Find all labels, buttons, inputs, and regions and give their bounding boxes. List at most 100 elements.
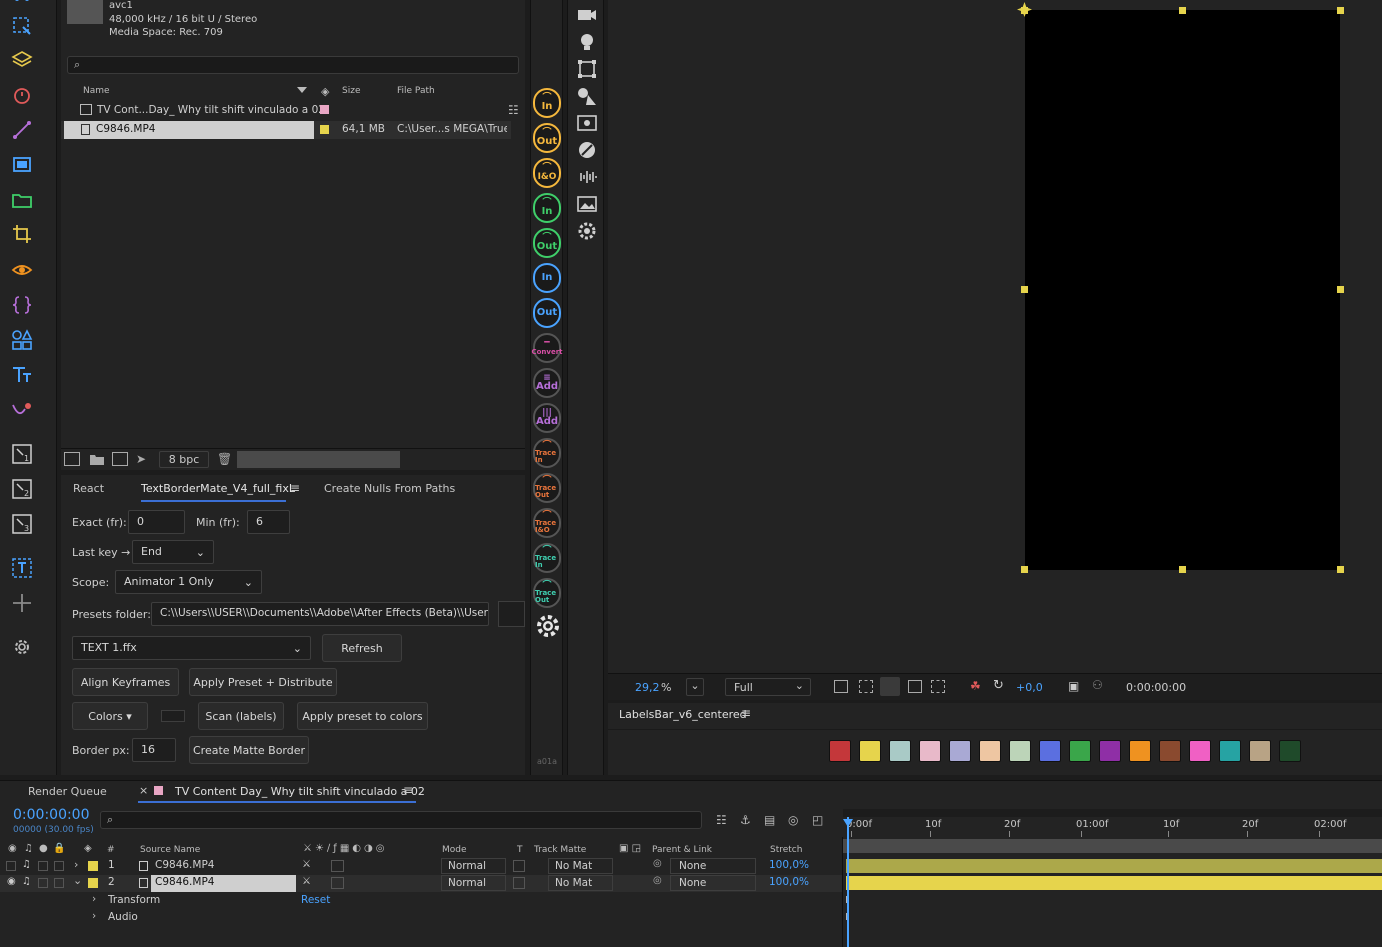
apply-preset-to-colors-button[interactable]: Apply preset to colors [297,702,428,730]
comp-flowchart-icon[interactable]: ☷ [716,813,727,827]
braces-icon[interactable] [10,293,34,317]
panel-menu-icon[interactable]: ≡ [741,706,751,720]
create-matte-border-button[interactable]: Create Matte Border [189,736,309,764]
viewer-timecode[interactable]: 0:00:00:00 [1126,681,1186,694]
pickwhip-icon[interactable]: ◎ [653,858,662,869]
stretch-value[interactable]: 100,0% [769,876,809,888]
transform-handle[interactable] [1179,566,1186,573]
transparency-grid-icon[interactable] [859,680,873,693]
gear-icon[interactable] [10,635,34,659]
refresh-button[interactable]: Refresh [322,634,402,662]
blue-in-button[interactable]: In [533,263,561,293]
trace-out-teal-button[interactable]: ⌒ Trace Out [533,578,561,608]
column-parent-link[interactable]: Parent & Link [652,845,712,855]
label-color-swatch[interactable] [949,740,971,762]
labels-panel-title[interactable]: LabelsBar_v6_centered [619,708,747,721]
expand-chevron-icon[interactable]: › [92,893,96,905]
label-color-swatch[interactable] [1069,740,1091,762]
work-area-bar[interactable] [843,809,1382,817]
parent-select[interactable]: None [670,875,756,891]
resolution-select[interactable]: Full ⌄ [725,678,811,696]
no-motion-icon[interactable] [576,139,598,161]
label-color-swatch[interactable] [1279,740,1301,762]
label-swatch[interactable] [320,105,329,114]
trash-icon[interactable]: 🗑 [217,452,233,466]
solo-toggle[interactable] [38,861,48,871]
presets-folder-input[interactable]: C:\\Users\\USER\\Documents\\Adobe\\After… [151,602,489,626]
time-ruler[interactable]: 0:00f 10f 20f 01:00f 10f 20f 02:00f [843,817,1382,837]
convert-button[interactable]: ━ Convert [531,333,563,363]
trace-out-orange-button[interactable]: ⌒ Trace Out [533,473,561,503]
close-icon[interactable]: × [139,784,148,797]
audio-waveform-icon[interactable] [576,166,598,188]
stretch-value[interactable]: 100,0% [769,859,809,871]
min-frames-input[interactable]: 6 [247,510,290,534]
trace-in-teal-button[interactable]: ⌒ Trace In [533,543,561,573]
parent-select[interactable]: None [670,858,756,874]
label-color-swatch[interactable] [1129,740,1151,762]
text-box-icon[interactable] [10,556,34,580]
timeline-search-input[interactable]: ⌕ [100,811,702,829]
column-source-name[interactable]: Source Name [140,845,200,855]
label-color-swatch[interactable] [979,740,1001,762]
graph-editor-icon[interactable]: ◰ [812,813,823,827]
scan-labels-button[interactable]: Scan (labels) [198,702,284,730]
layers-icon[interactable] [10,48,34,72]
image-layer-icon[interactable] [576,112,598,134]
tab-composition[interactable]: TV Content Day_ Why tilt shift vinculado… [175,785,425,798]
draft-3d-icon[interactable]: ⚓ [740,813,751,827]
layer-name[interactable]: C9846.MP4 [155,859,214,871]
solo-toggle[interactable] [38,878,48,888]
tab-react[interactable]: React [73,482,104,495]
picture-icon[interactable] [576,193,598,215]
ease-in-button[interactable]: ⌒ In [533,88,561,118]
apply-preset-distribute-button[interactable]: Apply Preset + Distribute [189,668,337,696]
export-3-icon[interactable]: 3 [10,512,34,536]
eye-icon[interactable]: ◉ [7,876,16,887]
column-track-matte[interactable]: Track Matte [534,845,586,855]
label-color-swatch[interactable] [1159,740,1181,762]
tab-menu-icon[interactable]: ≡ [403,783,413,797]
reset-exposure-icon[interactable]: ↻ [993,678,1004,693]
ease-out-button[interactable]: ⌒ Out [533,123,561,153]
column-stretch[interactable]: Stretch [770,845,802,855]
project-item-comp[interactable]: TV Cont...Day_ Why tilt shift vinculado … [61,102,511,120]
mask-visibility-icon[interactable] [880,677,900,696]
quality-switch[interactable] [331,877,344,889]
tab-textbordermate[interactable]: TextBorderMate_V4_full_fixL [141,482,295,495]
label-color-swatch[interactable] [1189,740,1211,762]
transform-handle[interactable] [1179,7,1186,14]
audio-group-row[interactable]: › Audio [0,910,842,927]
browse-folder-button[interactable] [498,601,525,627]
transform-handle[interactable] [1337,286,1344,293]
layer-1-bar[interactable] [846,859,1382,873]
preset-file-select[interactable]: TEXT 1.ffx ⌄ [72,636,311,660]
layer-name[interactable]: C9846.MP4 [155,876,214,888]
color-channels-icon[interactable]: ☘ [970,679,981,693]
motion-blur-icon[interactable]: ◎ [788,813,798,827]
align-keyframes-button[interactable]: Align Keyframes [72,668,179,696]
lock-toggle[interactable] [54,878,64,888]
new-composition-icon[interactable] [112,452,128,466]
column-file-path[interactable]: File Path [397,86,435,96]
preserve-transparency-toggle[interactable] [513,877,525,889]
collapse-chevron-icon[interactable]: ⌄ [73,874,82,887]
shy-layers-icon[interactable]: ▤ [764,813,775,827]
last-key-select[interactable]: End ⌄ [132,540,214,564]
audio-toggle-icon[interactable]: ♫ [22,859,31,870]
video-visibility-icon[interactable]: ◉ [8,843,17,854]
camera-icon[interactable] [576,4,598,26]
shape-layer-icon[interactable] [576,85,598,107]
zoom-dropdown-icon[interactable]: ⌄ [686,678,704,696]
label-color-swatch[interactable] [1099,740,1121,762]
preserve-transparency-toggle[interactable] [513,860,525,872]
exact-frames-input[interactable]: 0 [128,510,185,534]
colors-dropdown-button[interactable]: Colors ▾ [72,702,148,730]
current-timecode[interactable]: 0:00:00:00 [13,807,90,823]
transform-group-row[interactable]: › Transform Reset [0,893,842,910]
new-folder-icon[interactable] [89,452,105,466]
expand-chevron-icon[interactable]: › [92,910,96,922]
lock-icon[interactable]: 🔒 [53,843,65,854]
track-matte-select[interactable]: No Mat [548,875,613,891]
region-of-interest-icon[interactable] [908,680,922,693]
